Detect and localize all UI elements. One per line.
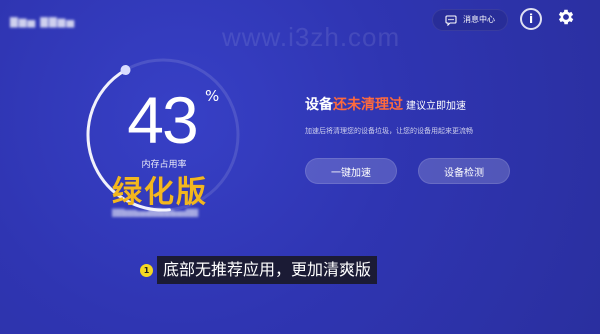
info-icon: i	[528, 12, 534, 26]
status-suffix: 建议立即加速	[406, 101, 466, 112]
watermark: www.i3zh.com	[222, 22, 401, 52]
info-button[interactable]: i	[520, 8, 542, 30]
caption-bullet: 1	[140, 263, 153, 277]
blurred-app-title: ▇▆▅ ▇▇▆▅	[10, 10, 82, 28]
one-click-speedup-button[interactable]: 一键加速	[305, 158, 397, 184]
memory-percent-value: 43	[127, 83, 198, 157]
detect-label: 设备检测	[444, 167, 484, 179]
gauge-knob	[120, 65, 131, 76]
chat-bubble-icon	[445, 14, 457, 26]
gear-icon	[556, 7, 576, 31]
memory-caption: 内存占用率	[141, 160, 187, 170]
status-description: 加速后将清理您的设备垃圾，让您的设备用起来更流畅	[305, 127, 473, 135]
speedup-label: 一键加速	[331, 167, 371, 179]
blurred-subtitle: ▇▇▆▆▅▅▇▇▆▆▅▅▇▇	[112, 208, 199, 217]
status-prefix: 设备	[305, 97, 333, 113]
green-edition-label: 绿化版	[112, 175, 208, 210]
feature-caption: 1 底部无推荐应用，更加清爽版	[140, 256, 378, 284]
caption-text: 底部无推荐应用，更加清爽版	[157, 256, 378, 284]
memory-percent: 43 %	[112, 84, 222, 162]
status-highlight: 还未清理过	[333, 97, 403, 113]
device-status-headline: 设备 还未清理过 建议立即加速	[305, 96, 466, 116]
device-check-button[interactable]: 设备检测	[418, 158, 510, 184]
memory-percent-sign: %	[205, 87, 220, 105]
message-center-label: 消息中心	[463, 15, 495, 24]
settings-button[interactable]	[555, 8, 577, 30]
message-center-button[interactable]: 消息中心	[432, 9, 508, 31]
blurred-app-title-text: ▇▆▅ ▇▇▆▅	[10, 17, 76, 28]
